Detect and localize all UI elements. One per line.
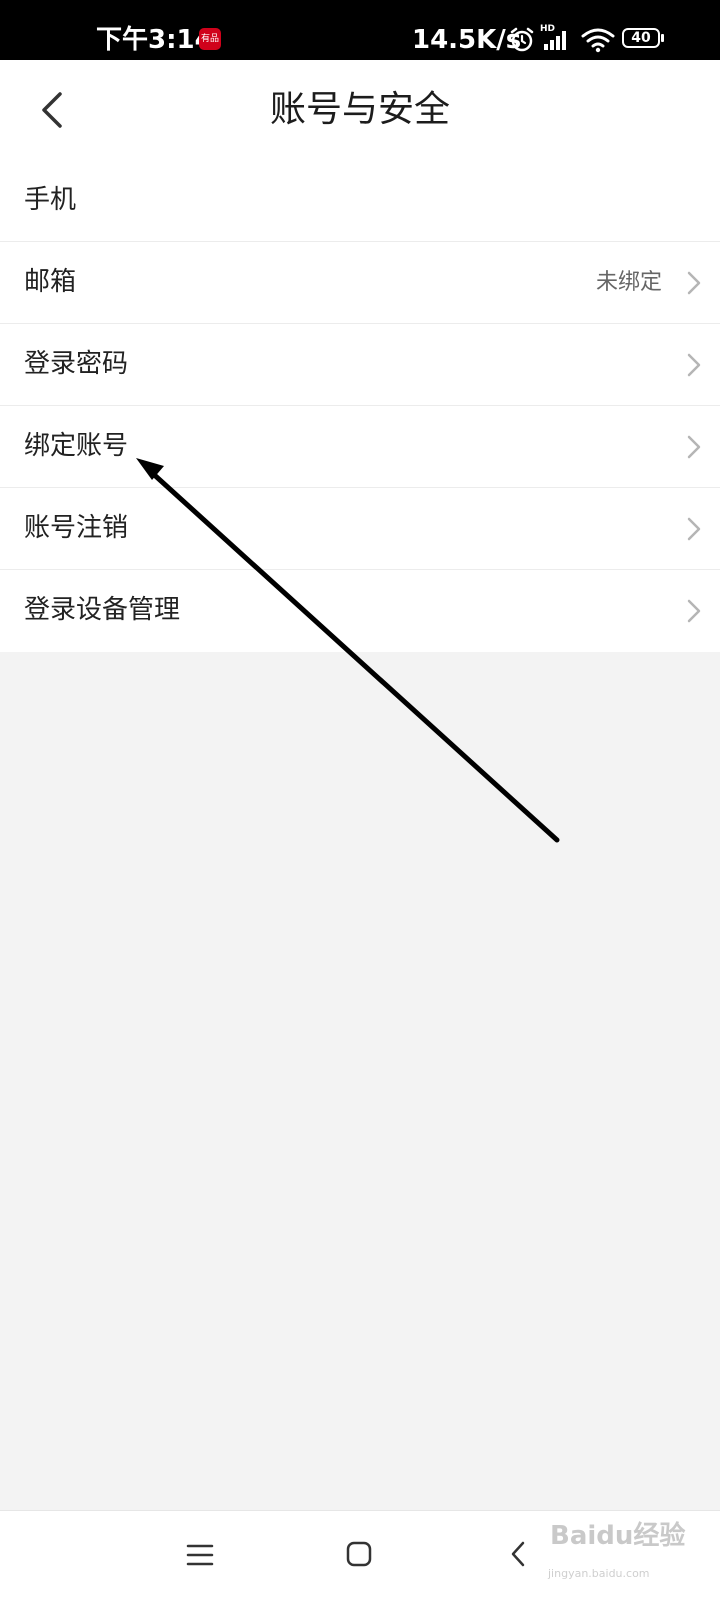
status-time: 下午3:14 [96,25,213,55]
back-icon[interactable] [508,1539,528,1569]
menu-icon[interactable] [186,1541,214,1569]
settings-item-value: 未绑定 [595,270,662,295]
header: 账号与安全 [0,60,720,160]
settings-item-label: 邮箱 [24,267,77,297]
watermark-url: jingyan.baidu.com [548,1567,650,1580]
battery-icon: 40 [622,28,664,50]
status-bar: 下午3:14 有品 14.5K/s HD 40 [0,0,720,60]
signal-icon [544,31,566,50]
settings-item-login-password[interactable]: 登录密码 [0,324,720,406]
chevron-right-icon [687,271,701,295]
chevron-right-icon [687,435,701,459]
chevron-right-icon [687,599,701,623]
settings-item-email[interactable]: 邮箱 未绑定 [0,242,720,324]
watermark-logo: Baidu经验 [550,1521,686,1551]
settings-item-label: 登录设备管理 [24,595,181,625]
settings-item-label: 账号注销 [24,513,129,543]
navigation-bar: Baidu经验 jingyan.baidu.com [0,1510,720,1601]
chevron-right-icon [687,353,701,377]
settings-item-linked-accounts[interactable]: 绑定账号 [0,406,720,488]
settings-item-label: 绑定账号 [24,431,129,461]
chevron-right-icon [687,517,701,541]
app-badge-icon: 有品 [199,28,221,50]
battery-level: 40 [631,30,651,46]
network-speed: 14.5K/s [412,25,522,55]
settings-item-device-management[interactable]: 登录设备管理 [0,570,720,652]
alarm-icon [510,27,534,52]
settings-item-account-deletion[interactable]: 账号注销 [0,488,720,570]
settings-item-phone[interactable]: 手机 [0,160,720,242]
settings-list: 手机 邮箱 未绑定 登录密码 绑定账号 账号注销 登录设备管理 [0,160,720,652]
settings-item-label: 手机 [24,185,77,215]
wifi-icon [581,28,615,53]
page-title: 账号与安全 [269,89,450,130]
settings-item-label: 登录密码 [24,349,129,379]
home-icon[interactable] [344,1539,374,1569]
